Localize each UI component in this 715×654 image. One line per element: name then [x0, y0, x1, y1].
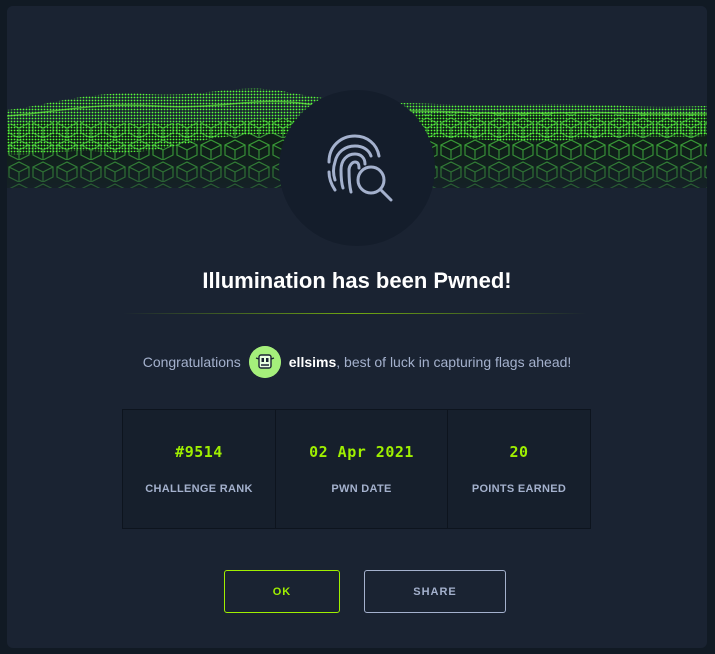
stat-label: POINTS EARNED: [471, 483, 567, 495]
fingerprint-search-icon: [279, 90, 435, 246]
stat-pwn-date: 02 Apr 2021 PWN DATE: [276, 410, 448, 528]
stat-challenge-rank: #9514 CHALLENGE RANK: [123, 410, 276, 528]
congrats-suffix: , best of luck in capturing flags ahead!: [336, 354, 572, 370]
congrats-message: Congratulations ellsims , best of luck i…: [7, 346, 707, 378]
stat-label: PWN DATE: [331, 483, 392, 495]
share-button[interactable]: SHARE: [364, 570, 506, 613]
congrats-prefix: Congratulations: [142, 354, 241, 370]
stat-value: 02 Apr 2021: [309, 443, 414, 461]
user-avatar: [248, 346, 281, 378]
stat-label: CHALLENGE RANK: [145, 483, 253, 495]
modal-title: Illumination has been Pwned!: [202, 268, 512, 293]
stats-panel: #9514 CHALLENGE RANK 02 Apr 2021 PWN DAT…: [122, 409, 591, 529]
stat-points-earned: 20 POINTS EARNED: [448, 410, 590, 528]
title-divider: [123, 313, 587, 314]
ok-button[interactable]: OK: [224, 570, 340, 613]
pwned-modal: Illumination has been Pwned! Congratulat…: [7, 6, 707, 648]
stat-value: 20: [509, 443, 529, 461]
username[interactable]: ellsims: [289, 354, 336, 370]
stat-value: #9514: [175, 443, 223, 461]
